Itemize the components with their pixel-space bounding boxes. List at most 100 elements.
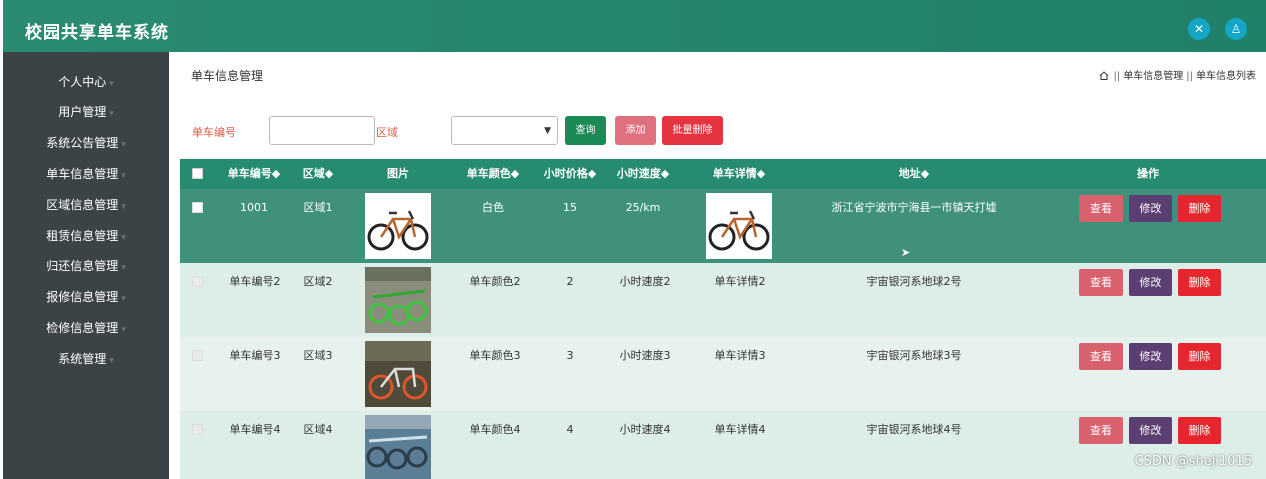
cell-area: 区域1 [303,201,333,214]
cell-speed: 小时速度2 [619,275,671,288]
sidebar-item-users[interactable]: 用户管理 ▾ [3,97,169,127]
sidebar-item-bikes[interactable]: 单车信息管理 ▾ [3,159,169,189]
sidebar-item-label: 检修信息管理 [46,321,119,335]
table-row[interactable]: 1001 区域1 白色 15 25/km 浙江省宁波市宁海县一市镇天打墟 查看 … [180,189,1266,263]
row-checkbox[interactable] [192,350,203,361]
col-detail[interactable]: 单车详情◆ [711,159,767,189]
add-button[interactable]: 添加 [615,116,656,145]
cell-color: 单车颜色2 [469,275,521,288]
sidebar: 个人中心 ▾ 用户管理 ▾ 系统公告管理 ▾ 单车信息管理 ▾ 区域信息管理 ▾ 租赁信息… [3,52,169,479]
chevron-down-icon: ▾ [121,233,126,243]
main-content: 单车信息管理 || 单车信息管理 || 单车信息列表 单车编号 区域 ▼ 查询 添加 … [169,52,1266,479]
area-label: 区域 [376,126,398,139]
sidebar-item-areas[interactable]: 区域信息管理 ▾ [3,190,169,220]
sidebar-item-label: 区域信息管理 [46,198,119,212]
sidebar-item-announcements[interactable]: 系统公告管理 ▾ [3,128,169,158]
chevron-down-icon: ▾ [121,263,126,273]
batch-delete-button[interactable]: 批量删除 [662,116,723,145]
app-title: 校园共享单车系统 [25,23,169,43]
sidebar-item-returns[interactable]: 归还信息管理 ▾ [3,251,169,281]
user-icon[interactable]: ♙ [1225,18,1247,40]
sidebar-item-label: 个人中心 [58,75,107,89]
sidebar-item-repairs[interactable]: 报修信息管理 ▾ [3,282,169,312]
row-checkbox[interactable] [192,276,203,287]
cell-speed: 小时速度4 [619,423,671,436]
cell-area: 区域3 [303,349,333,362]
sidebar-item-personal-center[interactable]: 个人中心 ▾ [3,67,169,97]
view-button[interactable]: 查看 [1079,269,1123,296]
chevron-down-icon: ▾ [121,325,126,335]
cell-area: 区域2 [303,275,333,288]
watermark: CSDN @sheji1015 [1134,454,1252,469]
bike-table: 单车编号◆ 区域◆ 图片 单车颜色◆ 小时价格◆ 小时速度◆ 单车详情◆ 地址◆… [180,159,1266,479]
delete-button[interactable]: 删除 [1178,417,1221,444]
cell-price: 4 [566,423,574,436]
query-button[interactable]: 查询 [565,116,606,145]
breadcrumb: || 单车信息管理 || 单车信息列表 [1099,67,1256,82]
cell-address: 宇宙银河系地球2号 [866,275,962,288]
cell-color: 单车颜色4 [469,423,521,436]
page-title: 单车信息管理 [191,69,264,83]
bike-detail-image [706,193,772,259]
col-speed[interactable]: 小时速度◆ [615,159,671,189]
expand-icon[interactable]: ✕ [1188,18,1210,40]
chevron-down-icon: ▾ [109,356,114,366]
home-icon[interactable] [1099,71,1109,80]
delete-button[interactable]: 删除 [1178,195,1221,222]
bike-no-input[interactable] [269,116,375,145]
edit-button[interactable]: 修改 [1129,417,1172,444]
sidebar-item-label: 系统管理 [58,352,107,366]
chevron-down-icon: ▾ [121,202,126,212]
bike-image [365,267,431,333]
delete-button[interactable]: 删除 [1178,343,1221,370]
table-row[interactable]: 单车编号2 区域2 单车颜色2 2 小时速度2 单车详情2 宇宙银河系地球2号 … [180,263,1266,337]
select-all-checkbox[interactable] [192,168,203,179]
chevron-down-icon: ▼ [544,126,551,136]
breadcrumb-separator: || [1113,71,1121,82]
cell-bike-no: 单车编号4 [229,423,281,436]
cell-speed: 25/km [625,201,661,214]
view-button[interactable]: 查看 [1079,343,1123,370]
edit-button[interactable]: 修改 [1129,343,1172,370]
sidebar-item-system[interactable]: 系统管理 ▾ [3,344,169,374]
cell-address: 宇宙银河系地球4号 [866,423,962,436]
row-checkbox[interactable] [192,202,203,213]
col-area[interactable]: 区域◆ [298,159,338,189]
cell-price: 2 [566,275,574,288]
chevron-down-icon: ▾ [109,109,114,119]
chevron-down-icon: ▾ [121,294,126,304]
sidebar-item-label: 系统公告管理 [46,136,119,150]
col-color[interactable]: 单车颜色◆ [465,159,521,189]
view-button[interactable]: 查看 [1079,417,1123,444]
cell-color: 白色 [482,201,504,214]
bike-no-label: 单车编号 [192,126,236,139]
view-button[interactable]: 查看 [1079,195,1123,222]
area-select[interactable]: ▼ [451,116,558,145]
edit-button[interactable]: 修改 [1129,195,1172,222]
edit-button[interactable]: 修改 [1129,269,1172,296]
sidebar-item-label: 租赁信息管理 [46,229,119,243]
delete-button[interactable]: 删除 [1178,269,1221,296]
col-price[interactable]: 小时价格◆ [542,159,598,189]
cell-address: 浙江省宁波市宁海县一市镇天打墟 [831,201,997,214]
col-actions: 操作 [1137,167,1159,180]
cell-price: 3 [566,349,574,362]
sidebar-item-inspections[interactable]: 检修信息管理 ▾ [3,313,169,343]
sidebar-item-label: 归还信息管理 [46,259,119,273]
table-row[interactable]: 单车编号4 区域4 单车颜色4 4 小时速度4 单车详情4 宇宙银河系地球4号 … [180,411,1266,479]
cell-price: 15 [563,201,577,214]
table-row[interactable]: 单车编号3 区域3 单车颜色3 3 小时速度3 单车详情3 宇宙银河系地球3号 … [180,337,1266,411]
sidebar-item-rentals[interactable]: 租赁信息管理 ▾ [3,221,169,251]
breadcrumb-separator: || [1186,71,1193,82]
cell-speed: 小时速度3 [619,349,671,362]
row-checkbox[interactable] [192,424,203,435]
chevron-down-icon: ▾ [121,171,126,181]
cell-bike-no: 单车编号2 [229,275,281,288]
chevron-down-icon: ▾ [109,79,114,89]
breadcrumb-item[interactable]: 单车信息管理 [1123,71,1183,82]
cell-detail: 单车详情3 [714,349,766,362]
cell-bike-no: 1001 [240,201,268,214]
col-bike-no[interactable]: 单车编号◆ [226,159,282,189]
cell-bike-no: 单车编号3 [229,349,281,362]
col-address[interactable]: 地址◆ [896,159,932,189]
